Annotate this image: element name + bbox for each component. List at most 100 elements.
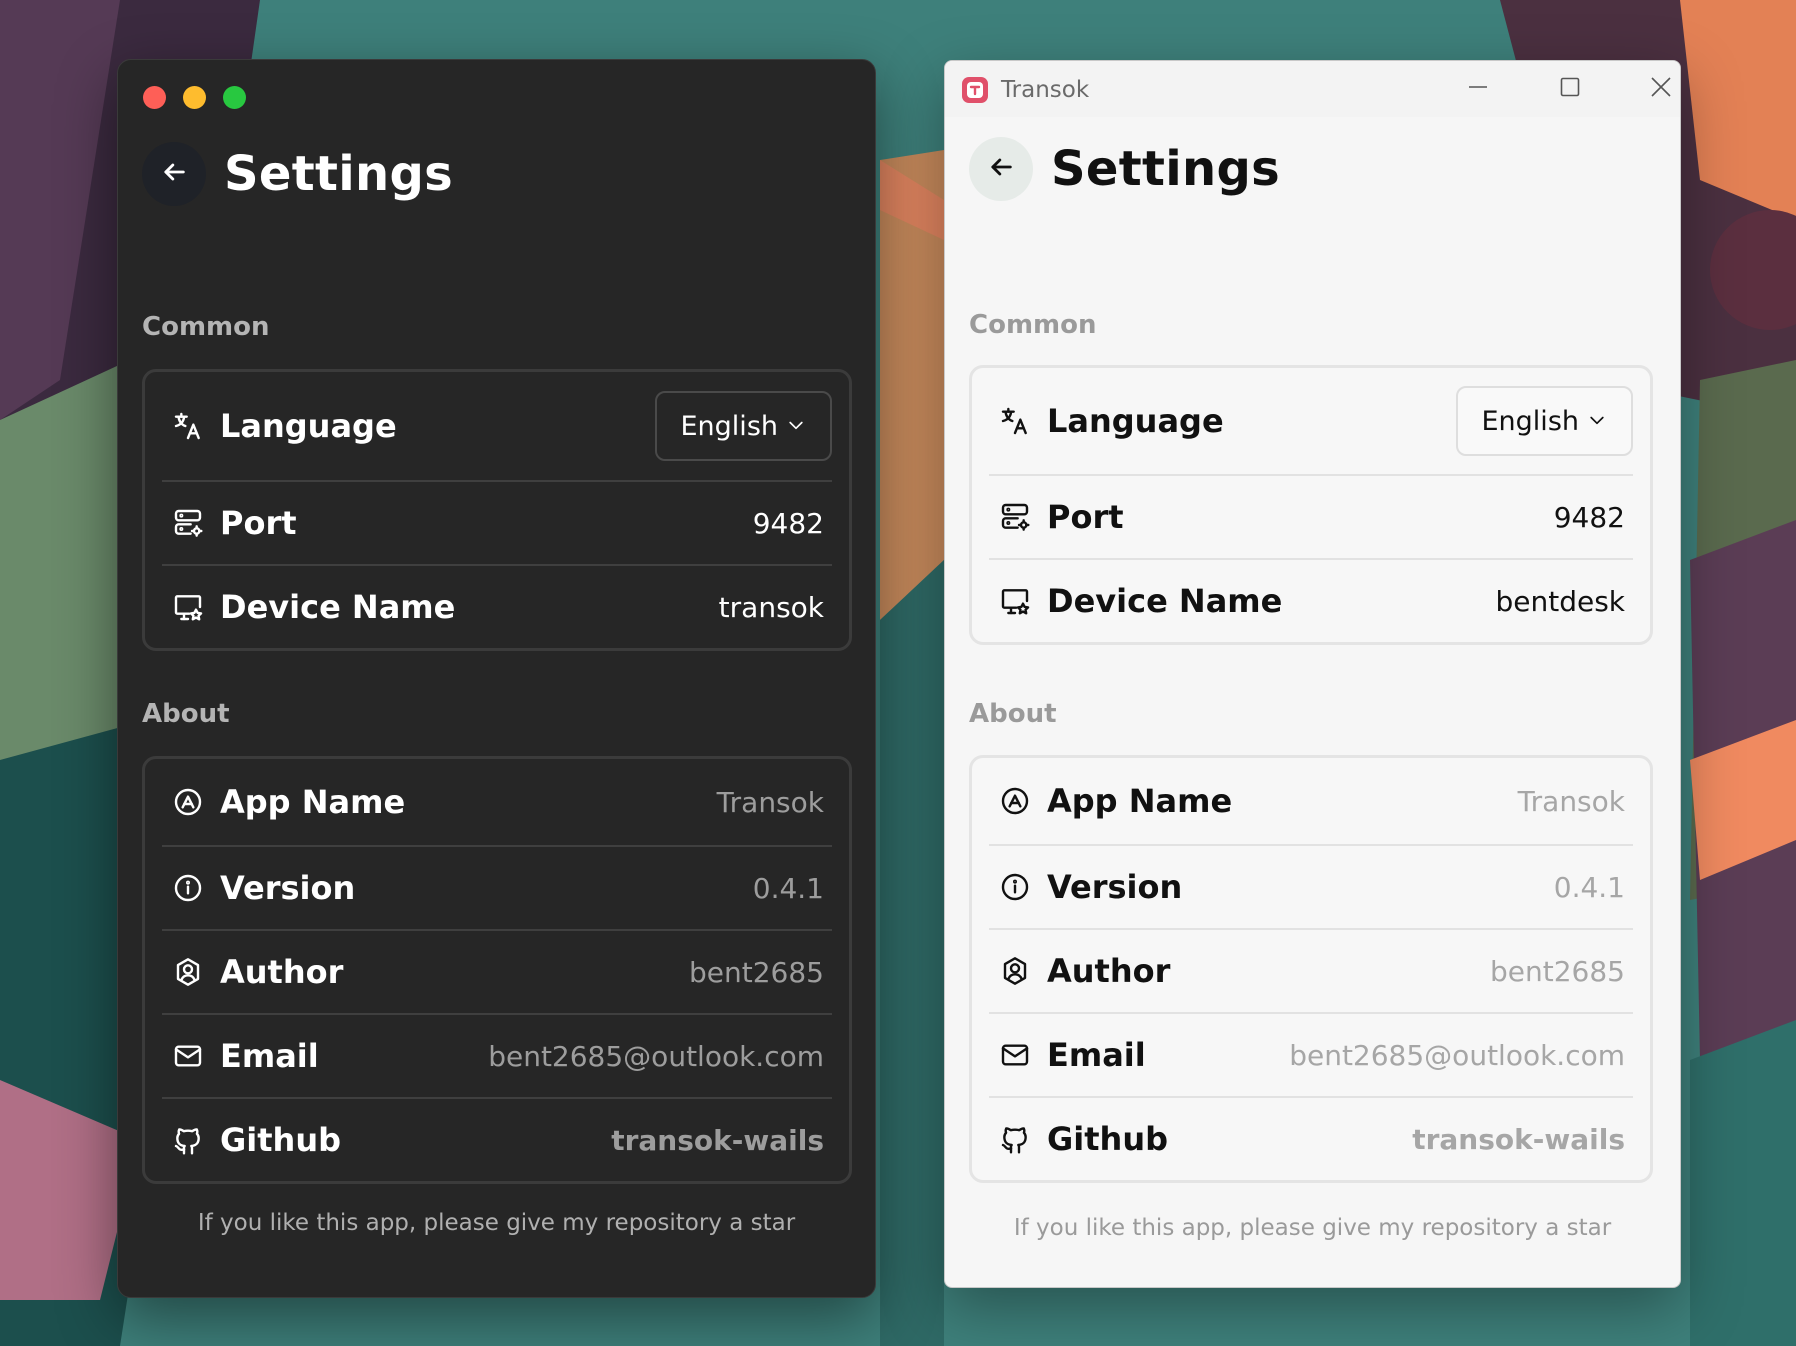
section-label-about: About	[142, 699, 230, 729]
version-label: Version	[220, 869, 356, 907]
app-store-icon	[172, 786, 204, 818]
footer-note: If you like this app, please give my rep…	[1013, 1215, 1612, 1241]
common-settings-card: Language English Port 9482	[142, 369, 852, 651]
settings-row-language: Language English	[162, 372, 832, 480]
monitor-star-icon	[999, 585, 1031, 617]
settings-row-language: Language English	[989, 368, 1633, 474]
email-label: Email	[1047, 1036, 1146, 1074]
email-value[interactable]: bent2685@outlook.com	[1289, 1039, 1625, 1072]
port-label: Port	[220, 504, 297, 542]
version-value: 0.4.1	[1553, 870, 1625, 904]
section-label-common: Common	[969, 310, 1097, 340]
page-title: Settings	[1051, 141, 1280, 197]
settings-row-port[interactable]: Port 9482	[989, 474, 1633, 558]
maximize-icon	[1559, 76, 1581, 102]
github-icon	[999, 1123, 1031, 1155]
about-row-version: Version 0.4.1	[989, 844, 1633, 928]
about-row-github: Github transok-wails	[989, 1096, 1633, 1180]
arrow-left-icon	[987, 153, 1015, 185]
chevron-down-icon	[786, 411, 806, 442]
language-select-value: English	[1481, 405, 1580, 437]
author-label: Author	[220, 953, 344, 991]
common-settings-card: Language English Port 9482	[969, 365, 1653, 645]
about-row-github: Github transok-wails	[162, 1097, 832, 1181]
language-select[interactable]: English	[654, 391, 832, 461]
device-name-value: transok	[718, 590, 824, 624]
back-button[interactable]	[969, 137, 1033, 201]
language-select[interactable]: English	[1455, 386, 1633, 456]
language-select-value: English	[680, 410, 779, 442]
arrow-left-icon	[160, 158, 188, 190]
author-value: bent2685	[1490, 954, 1625, 988]
about-row-version: Version 0.4.1	[162, 845, 832, 929]
github-label: Github	[220, 1121, 341, 1159]
monitor-star-icon	[172, 591, 204, 623]
author-value: bent2685	[689, 955, 824, 989]
port-label: Port	[1047, 498, 1124, 536]
github-link[interactable]: transok-wails	[1412, 1123, 1625, 1156]
app-name-label: App Name	[220, 783, 406, 821]
about-row-app-name: App Name Transok	[162, 759, 832, 845]
author-label: Author	[1047, 952, 1171, 990]
minimize-window-button[interactable]	[183, 86, 206, 109]
transok-app-icon	[961, 76, 989, 104]
close-button[interactable]	[1631, 69, 1680, 109]
app-name-label: App Name	[1047, 782, 1233, 820]
back-button[interactable]	[142, 142, 206, 206]
port-value: 9482	[752, 506, 824, 540]
user-shield-icon	[999, 955, 1031, 987]
github-link[interactable]: transok-wails	[611, 1124, 824, 1157]
dark-settings-window: Settings Common Language English Port 94…	[117, 59, 876, 1298]
close-icon	[1650, 76, 1672, 102]
app-name-value: Transok	[716, 785, 824, 819]
device-name-label: Device Name	[1047, 582, 1283, 620]
minimize-icon	[1467, 76, 1489, 102]
email-label: Email	[220, 1037, 319, 1075]
zoom-window-button[interactable]	[223, 86, 246, 109]
mail-icon	[999, 1039, 1031, 1071]
email-value[interactable]: bent2685@outlook.com	[488, 1040, 824, 1073]
page-header: Settings	[969, 137, 1280, 201]
github-label: Github	[1047, 1120, 1168, 1158]
maximize-button[interactable]	[1540, 69, 1600, 109]
light-settings-window: Transok Settings Common Language English…	[944, 60, 1681, 1288]
minimize-button[interactable]	[1448, 69, 1508, 109]
info-icon	[999, 871, 1031, 903]
language-label: Language	[220, 407, 397, 445]
github-icon	[172, 1124, 204, 1156]
about-card: App Name Transok Version 0.4.1 Author be…	[142, 756, 852, 1184]
info-icon	[172, 872, 204, 904]
version-value: 0.4.1	[752, 871, 824, 905]
version-label: Version	[1047, 868, 1183, 906]
about-row-author: Author bent2685	[162, 929, 832, 1013]
app-name-value: Transok	[1517, 784, 1625, 818]
device-name-value: bentdesk	[1495, 584, 1625, 618]
about-row-email: Email bent2685@outlook.com	[162, 1013, 832, 1097]
page-header: Settings	[142, 142, 453, 206]
port-value: 9482	[1553, 500, 1625, 534]
mail-icon	[172, 1040, 204, 1072]
about-row-email: Email bent2685@outlook.com	[989, 1012, 1633, 1096]
device-name-label: Device Name	[220, 588, 456, 626]
section-label-about: About	[969, 699, 1057, 729]
chevron-down-icon	[1587, 406, 1607, 437]
server-settings-icon	[999, 501, 1031, 533]
settings-row-device-name[interactable]: Device Name transok	[162, 564, 832, 648]
window-title: Transok	[1001, 77, 1090, 103]
close-window-button[interactable]	[143, 86, 166, 109]
about-row-author: Author bent2685	[989, 928, 1633, 1012]
footer-note: If you like this app, please give my rep…	[197, 1210, 796, 1236]
traffic-lights	[143, 86, 246, 109]
language-label: Language	[1047, 402, 1224, 440]
page-title: Settings	[224, 146, 453, 202]
settings-row-port[interactable]: Port 9482	[162, 480, 832, 564]
user-shield-icon	[172, 956, 204, 988]
server-settings-icon	[172, 507, 204, 539]
about-row-app-name: App Name Transok	[989, 758, 1633, 844]
about-card: App Name Transok Version 0.4.1 Author be…	[969, 755, 1653, 1183]
translate-icon	[999, 405, 1031, 437]
translate-icon	[172, 410, 204, 442]
app-store-icon	[999, 785, 1031, 817]
settings-row-device-name[interactable]: Device Name bentdesk	[989, 558, 1633, 642]
title-bar: Transok	[945, 61, 1680, 117]
